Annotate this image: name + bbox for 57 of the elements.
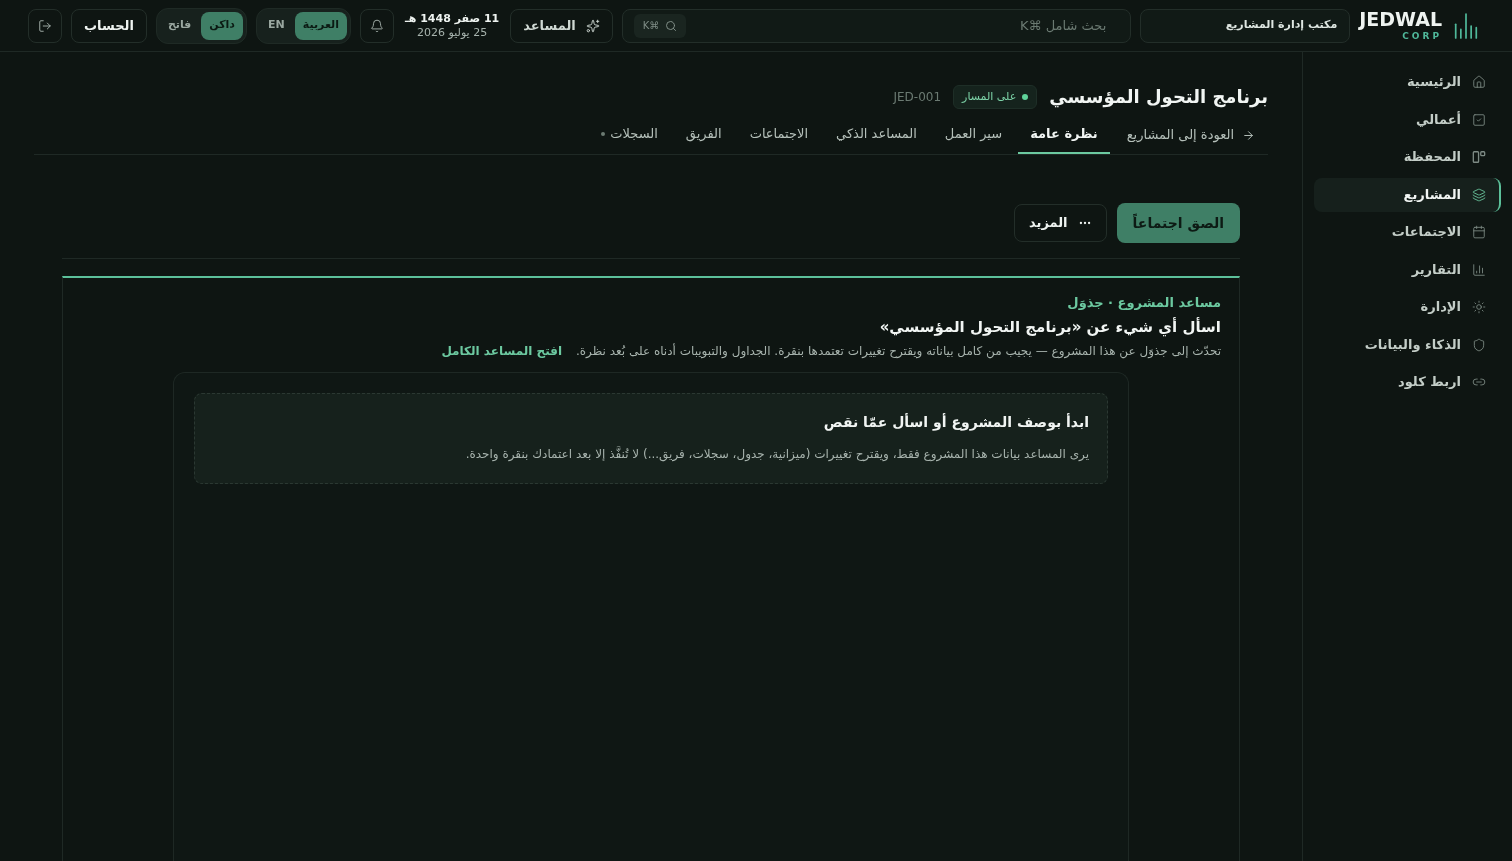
sidebar-item[interactable]: المحفظة [1314,140,1501,174]
columns-icon [1472,150,1486,164]
sparkle-icon [585,18,600,33]
tab[interactable]: سير العمل [932,116,1015,154]
sidebar-item[interactable]: المشاريع [1314,177,1501,212]
logout-button[interactable] [28,8,62,43]
tab[interactable]: السجلات [589,116,670,154]
more-button[interactable]: المزيد [1014,204,1107,242]
sidebar-item[interactable]: الذكاء والبيانات [1314,327,1501,362]
empty-state-title: ابدأ بوصف المشروع أو اسأل عمّا نقص [822,412,1089,433]
checkbox-icon [1472,112,1486,127]
sidebar-item[interactable]: الرئيسية [1314,65,1501,99]
tab[interactable]: المساعد الذكي [824,116,929,154]
logo-bars-icon [1454,11,1478,40]
tab[interactable]: الاجتماعات [737,116,821,154]
calendar-icon [1472,225,1486,239]
toggle-option[interactable]: العربية [294,11,347,40]
assistant-heading: اسأل أي شيء عن «برنامج التحول المؤسسي» [878,316,1221,338]
bar-chart-icon [1472,262,1486,277]
back-link[interactable]: العودة إلى المشاريع [1113,116,1268,154]
sidebar-item[interactable]: التقارير [1314,252,1501,287]
sidebar-item[interactable]: الاجتماعات [1314,215,1501,249]
gregorian-date: 25 يوليو 2026 [417,25,488,40]
logout-icon [38,18,52,33]
logo-wordmark: JEDWAL [1359,9,1442,30]
toggle-option[interactable]: فاتح [159,11,200,40]
tab[interactable]: نظرة عامة [1018,116,1110,154]
notifications-button[interactable] [360,8,394,43]
office-selector[interactable]: مكتب إدارة المشاريع [1140,8,1351,43]
assistant-description: تحدّث إلى جذوَل عن هذا المشروع — يجيب من كامل بياناته ويقترح تغييرات تعتمدها بنقرة. الجداول والتبويبات أدناه على بُعد نظرة. [576,342,1221,360]
logo-subtitle: CORP [1402,30,1442,42]
hijri-date: 11 صفر 1448 هـ [405,11,500,26]
sun-icon [1472,300,1486,314]
status-badge: على المسار [953,85,1038,109]
status-dot-icon [1022,94,1029,100]
assistant-eyebrow: مساعد المشروع · جذوَل [1066,294,1221,312]
layers-icon [1472,187,1486,202]
open-assistant-link[interactable]: افتح المساعد الكامل [441,342,562,360]
sidebar-item[interactable]: اربط كلود [1314,365,1501,399]
paste-meeting-button[interactable]: الصق اجتماعاً [1116,203,1240,243]
bell-icon [370,18,384,33]
tab[interactable]: الفريق [673,116,734,154]
account-button[interactable]: الحساب [71,8,147,43]
sidebar-item[interactable]: الإدارة [1314,290,1501,324]
sidebar-item[interactable]: أعمالي [1314,102,1501,137]
shortcut-text: ⌘K [642,19,660,33]
project-code: JED-001 [893,89,942,106]
link-icon [1472,375,1486,389]
arrow-icon [1242,128,1255,142]
empty-state-text: يرى المساعد بيانات هذا المشروع فقط، ويقترح تغييرات (ميزانية، جدول، سجلات، فريق...) لا تُنفَّذ إلا بعد اعتمادك بنقرة واحدة. [464,445,1089,463]
shield-icon [1472,337,1486,352]
toggle-option[interactable]: EN [260,11,293,40]
search-icon [665,19,678,32]
project-title: برنامج التحول المؤسسي [1049,85,1268,110]
home-icon [1472,75,1486,89]
assistant-button[interactable]: المساعد [510,8,613,43]
toggle-option[interactable]: داكن [201,11,243,40]
